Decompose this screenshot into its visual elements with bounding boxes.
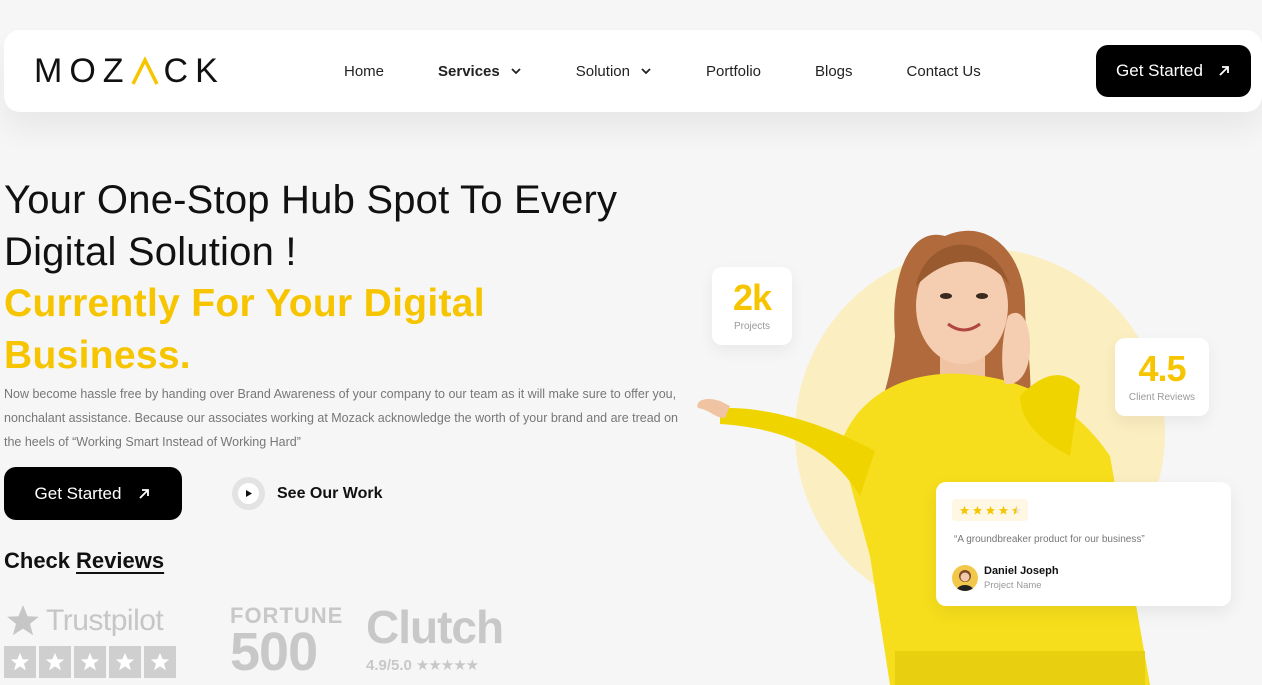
rating-stat-card: 4.5 Client Reviews — [1115, 338, 1209, 416]
button-label: See Our Work — [277, 484, 383, 502]
star-icon — [109, 646, 141, 678]
logo-text-end: CK — [163, 51, 225, 90]
brand-logo[interactable]: MOZ CK — [34, 51, 225, 90]
nav-item-label: Services — [438, 62, 500, 80]
nav-item-label: Solution — [575, 62, 630, 80]
reviews-link[interactable]: Reviews — [76, 548, 164, 573]
star-icon — [7, 605, 39, 636]
reviewer-name: Daniel Joseph — [984, 565, 1059, 577]
nav-item-contact[interactable]: Contact Us — [907, 63, 981, 80]
nav-item-portfolio[interactable]: Portfolio — [706, 63, 761, 80]
check-reviews-heading: Check Reviews — [4, 548, 164, 574]
clutch-rating: 4.9/5.0 ★★★★★ — [366, 656, 503, 675]
play-icon — [232, 477, 265, 510]
logo-text-start: MOZ — [34, 51, 131, 90]
top-navbar: MOZ CK Home Services Solution Portfolio … — [4, 30, 1262, 112]
arrow-up-right-icon — [1219, 66, 1229, 76]
star-icon — [4, 646, 36, 678]
nav-item-solution[interactable]: Solution — [576, 63, 652, 80]
nav-get-started-button[interactable]: Get Started — [1096, 45, 1251, 97]
button-label: Get Started — [1116, 61, 1203, 80]
clutch-rating-text: 4.9/5.0 — [366, 656, 412, 674]
star-icon — [972, 505, 982, 515]
star-icon — [998, 505, 1008, 515]
avatar — [952, 565, 978, 591]
clutch-logo[interactable]: Clutch 4.9/5.0 ★★★★★ — [366, 601, 504, 675]
star-icon — [144, 646, 176, 678]
rating-stat-label: Client Reviews — [1128, 392, 1196, 403]
star-icon — [985, 505, 995, 515]
arrow-up-right-icon — [139, 488, 150, 499]
projects-stat-card: 2k Projects — [712, 267, 792, 345]
nav-item-services[interactable]: Services — [438, 63, 522, 80]
nav-item-label: Blogs — [815, 62, 853, 80]
trustpilot-wordmark: Trustpilot — [46, 604, 164, 637]
review-card: “A groundbreaker product for our busines… — [936, 482, 1231, 606]
projects-stat-value: 2k — [732, 277, 772, 318]
nav-item-label: Portfolio — [705, 62, 761, 80]
hero-get-started-button[interactable]: Get Started — [4, 467, 182, 520]
check-reviews-prefix: Check — [4, 548, 71, 573]
logo-triangle-icon — [130, 56, 159, 85]
nav-item-home[interactable]: Home — [344, 63, 384, 80]
chevron-down-icon — [641, 68, 651, 75]
hero-headline-line2: Digital Solution ! — [4, 230, 297, 274]
star-icon — [74, 646, 106, 678]
see-our-work-button[interactable]: See Our Work — [232, 477, 383, 510]
rating-stat-value: 4.5 — [1138, 348, 1186, 389]
nav-links: Home Services Solution Portfolio Blogs C… — [344, 30, 981, 112]
nav-item-label: Contact Us — [906, 62, 981, 80]
trustpilot-logo[interactable]: Trustpilot — [4, 602, 180, 685]
hero-highlight-line1: Currently For Your Digital — [4, 282, 485, 325]
star-icon — [959, 505, 969, 515]
hero-description: Now become hassle free by handing over B… — [4, 387, 679, 449]
clutch-stars-icon: ★★★★★ — [415, 657, 479, 674]
rating-stars — [952, 499, 1028, 521]
half-star-icon — [1011, 505, 1021, 515]
fortune-bottom-text: 500 — [230, 622, 318, 682]
clutch-wordmark: Clutch — [366, 601, 504, 653]
nav-item-blogs[interactable]: Blogs — [815, 63, 853, 80]
chevron-down-icon — [511, 68, 521, 75]
projects-stat-label: Projects — [733, 321, 771, 332]
trustpilot-stars — [4, 646, 180, 678]
nav-item-label: Home — [344, 62, 385, 80]
reviewer-role: Project Name — [984, 580, 1042, 591]
hero-highlight-line2: Business. — [4, 334, 191, 377]
star-icon — [39, 646, 71, 678]
review-quote: “A groundbreaker product for our busines… — [954, 534, 1145, 545]
hero-headline-line1: Your One-Stop Hub Spot To Every — [4, 178, 618, 222]
fortune-500-logo[interactable]: FORTUNE 500 — [230, 605, 342, 682]
button-label: Get Started — [34, 483, 122, 503]
